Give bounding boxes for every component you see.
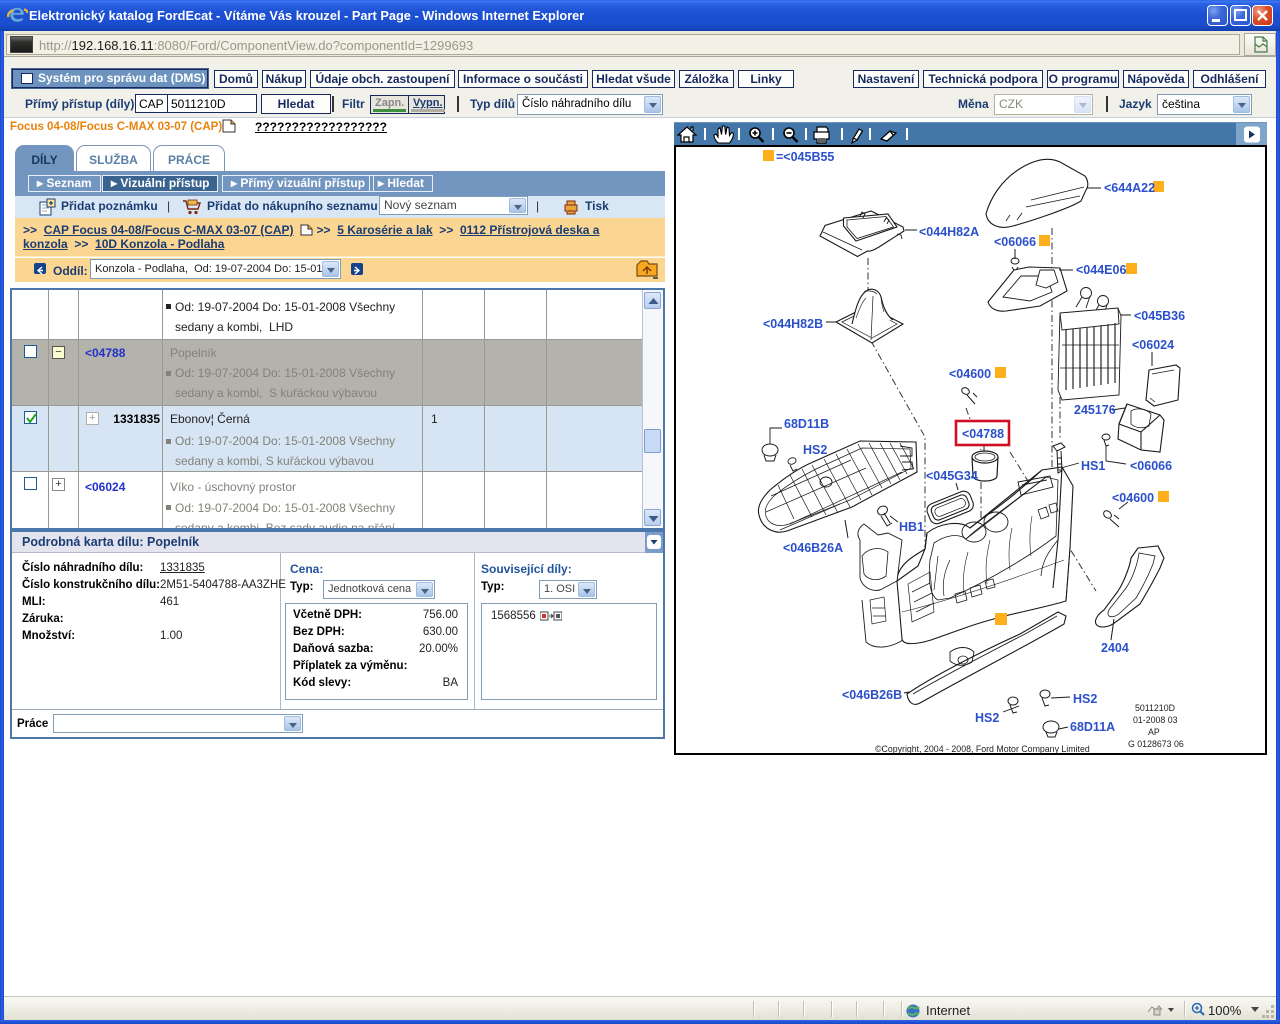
- svg-text:<045G34: <045G34: [926, 469, 978, 483]
- svg-text:<644A22: <644A22: [1104, 181, 1155, 195]
- svg-text:68D11B: 68D11B: [784, 417, 829, 431]
- svg-text:HS1: HS1: [1081, 459, 1105, 473]
- svg-text:01-2008 03: 01-2008 03: [1133, 715, 1178, 725]
- svg-text:<046B26A: <046B26A: [783, 541, 843, 555]
- svg-text:245176: 245176: [1074, 403, 1116, 417]
- svg-text:<04600: <04600: [1112, 491, 1154, 505]
- svg-text:<044H82A: <044H82A: [919, 225, 979, 239]
- svg-text:<06066: <06066: [994, 235, 1036, 249]
- svg-text:68D11A: 68D11A: [1070, 720, 1115, 734]
- svg-text:=<045B55: =<045B55: [776, 150, 834, 164]
- svg-text:5011210D: 5011210D: [1135, 703, 1175, 713]
- svg-text:HB1: HB1: [899, 520, 924, 534]
- svg-text:AP: AP: [1148, 727, 1160, 737]
- svg-text:©Copyright, 2004 - 2008, Ford: ©Copyright, 2004 - 2008, Ford Motor Comp…: [875, 744, 1090, 753]
- svg-text:<04788: <04788: [962, 427, 1004, 441]
- svg-text:<045B36: <045B36: [1134, 309, 1185, 323]
- svg-text:<06024: <06024: [1132, 338, 1174, 352]
- svg-text:<046B26B: <046B26B: [842, 688, 902, 702]
- svg-text:2404: 2404: [1101, 641, 1129, 655]
- svg-text:HS2: HS2: [1073, 692, 1097, 706]
- svg-text:<06066: <06066: [1130, 459, 1172, 473]
- svg-text:HS2: HS2: [975, 711, 999, 725]
- svg-text:G 0128673 06: G 0128673 06: [1128, 739, 1184, 749]
- svg-text:HS2: HS2: [803, 443, 827, 457]
- svg-text:<04600: <04600: [949, 367, 991, 381]
- svg-text:<044H82B: <044H82B: [763, 317, 823, 331]
- svg-text:<044E06: <044E06: [1076, 263, 1126, 277]
